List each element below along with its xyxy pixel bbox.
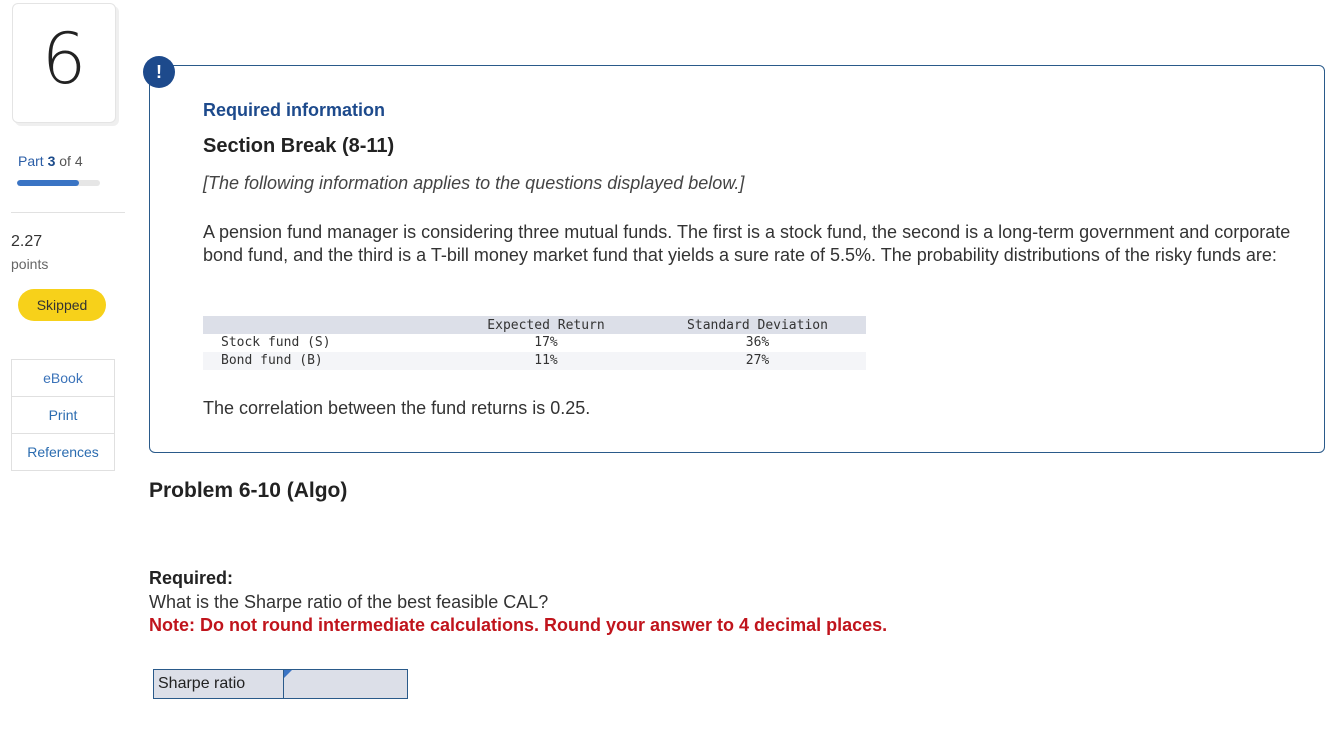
required-information-heading: Required information [203,100,386,120]
question-number-card: 6 [12,3,116,123]
table-header-expected-return: Expected Return [443,316,649,334]
question-text: What is the Sharpe ratio of the best fea… [149,592,549,612]
part-prefix: Part [18,153,44,169]
references-link[interactable]: References [12,434,114,470]
table-header-blank [203,316,443,334]
resource-links: eBook Print References [11,359,115,471]
print-link[interactable]: Print [12,397,114,434]
sharpe-ratio-input[interactable] [284,670,407,698]
ebook-link[interactable]: eBook [12,360,114,397]
section-break-title: Section Break (8-11) [203,135,395,157]
problem-title: Problem 6-10 (Algo) [149,479,348,502]
part-progress-fill [17,180,80,186]
problem-paragraph: A pension fund manager is considering th… [203,222,1291,265]
row-label: Stock fund (S) [203,334,443,352]
answer-table: Sharpe ratio [153,669,408,699]
status-badge: Skipped [18,289,106,321]
table-row: Stock fund (S) 17% 36% [203,334,866,352]
answer-row: Sharpe ratio [153,669,408,699]
required-heading: Required: [149,568,234,588]
fund-table: Expected Return Standard Deviation Stock… [203,316,866,370]
divider [11,212,125,213]
table-header-row: Expected Return Standard Deviation [203,316,866,334]
expected-return-cell: 11% [443,352,649,370]
answer-label: Sharpe ratio [153,669,284,699]
std-dev-cell: 36% [649,334,866,352]
expected-return-cell: 17% [443,334,649,352]
part-progress-bar [17,180,100,186]
std-dev-cell: 27% [649,352,866,370]
points-label: points [11,256,49,272]
required-information-box: Required information Section Break (8-11… [149,65,1325,453]
applies-note: [The following information applies to th… [203,173,745,193]
points-value: 2.27 [11,233,43,250]
table-row: Bond fund (B) 11% 27% [203,352,866,370]
part-of: of [59,153,71,169]
part-indicator: Part 3 of 4 [18,153,83,169]
part-total: 4 [74,153,83,169]
flag-icon [284,670,292,678]
table-header-std-dev: Standard Deviation [649,316,866,334]
part-current: 3 [47,153,56,169]
answer-cell [283,669,408,699]
alert-icon: ! [143,56,175,88]
correlation-text: The correlation between the fund returns… [203,398,591,418]
question-number: 6 [41,18,87,100]
rounding-note: Note: Do not round intermediate calculat… [149,615,888,635]
row-label: Bond fund (B) [203,352,443,370]
